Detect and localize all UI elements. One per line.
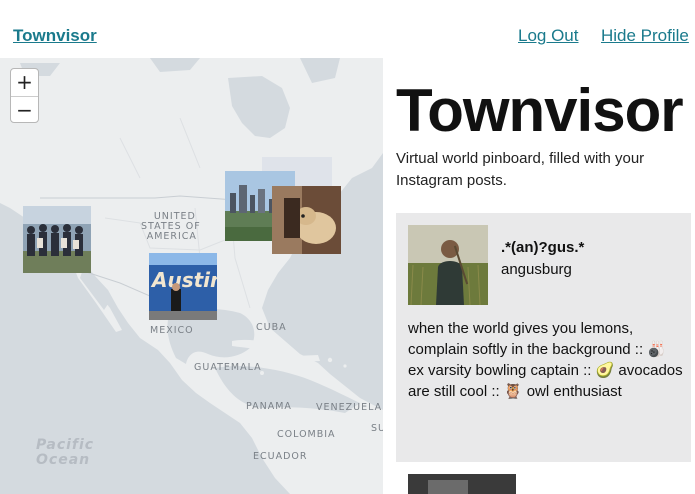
su-label: SU bbox=[371, 423, 383, 434]
profile-username: angusburg bbox=[501, 261, 572, 278]
cuba-label: CUBA bbox=[256, 322, 287, 333]
pacific-ocean-label: Pacific Ocean bbox=[36, 438, 94, 468]
venezuela-label: VENEZUELA bbox=[316, 402, 383, 413]
svg-text:Austin: Austin bbox=[150, 268, 217, 292]
usa-label: UNITED STATES OF AMERICA bbox=[141, 212, 201, 242]
zoom-in-button[interactable]: + bbox=[11, 69, 38, 96]
logout-link[interactable]: Log Out bbox=[518, 26, 579, 46]
profile-bio: when the world gives you lemons, complai… bbox=[408, 320, 683, 400]
ocean-word: Ocean bbox=[36, 452, 91, 468]
profile-panel: Townvisor Virtual world pinboard, filled… bbox=[383, 58, 695, 494]
hide-profile-link[interactable]: Hide Profile bbox=[601, 26, 689, 46]
next-post-image bbox=[408, 474, 516, 494]
avatar[interactable] bbox=[408, 225, 488, 305]
next-post-thumbnail[interactable] bbox=[408, 474, 516, 494]
page-subtitle: Virtual world pinboard, filled with your… bbox=[396, 150, 645, 189]
top-nav: Townvisor Log Out Hide Profile bbox=[0, 0, 695, 58]
group-photo-west[interactable] bbox=[23, 206, 91, 273]
world-map[interactable]: + − UNITED STATES OF AMERICA MEXICO CUBA… bbox=[0, 58, 383, 494]
panama-label: PANAMA bbox=[246, 401, 292, 412]
group-photo-image bbox=[23, 206, 91, 273]
ecuador-label: ECUADOR bbox=[253, 451, 308, 462]
austin-mural-image: Austin bbox=[149, 253, 217, 320]
avatar-image bbox=[408, 225, 488, 305]
page-title: Townvisor bbox=[396, 77, 684, 144]
austin-mural-photo[interactable]: Austin bbox=[149, 253, 217, 320]
profile-card: .*(an)?gus.* angusburg when the world gi… bbox=[396, 213, 691, 462]
usa-label-line3: AMERICA bbox=[146, 231, 197, 242]
dog-photo[interactable] bbox=[272, 186, 341, 254]
guatemala-label: GUATEMALA bbox=[194, 362, 262, 373]
brand-link[interactable]: Townvisor bbox=[13, 26, 97, 46]
zoom-control: + − bbox=[10, 68, 39, 123]
profile-handle: .*(an)?gus.* bbox=[501, 239, 585, 256]
pacific-word: Pacific bbox=[36, 437, 95, 453]
colombia-label: COLOMBIA bbox=[277, 429, 336, 440]
mexico-label: MEXICO bbox=[150, 325, 194, 336]
dog-image bbox=[272, 186, 341, 254]
zoom-out-button[interactable]: − bbox=[11, 96, 38, 122]
